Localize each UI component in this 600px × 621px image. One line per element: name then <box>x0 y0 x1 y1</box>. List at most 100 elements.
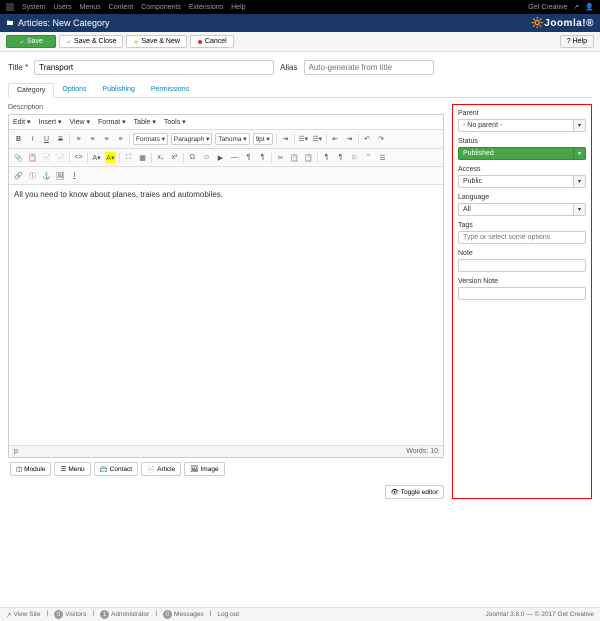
article-button[interactable]: 📄Article <box>141 462 181 476</box>
user-icon[interactable]: 👤 <box>585 3 594 11</box>
subscript-icon[interactable]: x₂ <box>155 152 166 163</box>
anchor-icon[interactable]: ⚓ <box>41 170 52 181</box>
code-icon[interactable]: <> <box>73 152 84 163</box>
menu-button[interactable]: ☰Menu <box>54 462 90 476</box>
paste2-icon[interactable]: 📋 <box>303 152 314 163</box>
outdent-icon[interactable]: ⇤ <box>330 134 341 145</box>
menu-help[interactable]: Help <box>231 4 245 11</box>
menu-menus[interactable]: Menus <box>80 4 101 11</box>
menu-components[interactable]: Components <box>141 4 181 11</box>
tab-publishing[interactable]: Publishing <box>95 83 143 97</box>
visitors-link[interactable]: 0Visitors <box>54 610 86 619</box>
tags-input[interactable] <box>458 231 586 244</box>
editor-menu-view[interactable]: View ▾ <box>70 118 91 126</box>
align-justify-icon[interactable]: ≡ <box>115 134 126 145</box>
access-select[interactable]: Public <box>458 175 574 188</box>
emoji-icon[interactable]: ☺ <box>201 152 212 163</box>
contact-button[interactable]: 📇Contact <box>94 462 139 476</box>
view-site-link[interactable]: ↗View Site <box>6 610 40 619</box>
help-button[interactable]: ? Help <box>560 35 594 48</box>
cancel-button[interactable]: Cancel <box>190 35 234 48</box>
redo-icon[interactable]: ↷ <box>376 134 387 145</box>
strikethrough-icon[interactable]: S <box>55 134 66 145</box>
paragraph-select[interactable]: Paragraph ▾ <box>171 133 212 145</box>
info-icon[interactable]: ⓘ <box>27 170 38 181</box>
status-select[interactable]: Published <box>458 147 574 160</box>
font-select[interactable]: Tahoma ▾ <box>215 133 249 145</box>
tab-options[interactable]: Options <box>54 83 94 97</box>
underline-icon[interactable]: U <box>41 134 52 145</box>
module-button[interactable]: ◫Module <box>10 462 51 476</box>
language-select[interactable]: All <box>458 203 574 216</box>
editor-content[interactable]: All you need to know about planes, traie… <box>9 185 443 445</box>
note-input[interactable] <box>458 259 586 272</box>
undo-icon[interactable]: ↶ <box>362 134 373 145</box>
menu-extensions[interactable]: Extensions <box>189 4 223 11</box>
bgcolor-icon[interactable]: A▾ <box>105 152 116 163</box>
toggle-editor-button[interactable]: 👁Toggle editor <box>385 485 445 499</box>
clear-icon[interactable]: I <box>69 170 80 181</box>
version-note-input[interactable] <box>458 287 586 300</box>
menu-users[interactable]: Users <box>53 4 71 11</box>
hr-icon[interactable]: — <box>229 152 240 163</box>
messages-link[interactable]: 0Messages <box>163 610 204 619</box>
omega-icon[interactable]: Ω <box>187 152 198 163</box>
quote-icon[interactable]: " <box>363 152 374 163</box>
indent-icon[interactable]: ⇥ <box>280 134 291 145</box>
title-input[interactable] <box>34 60 274 75</box>
rtl-icon[interactable]: ¶ <box>257 152 268 163</box>
pilcrow-icon[interactable]: ¶ <box>321 152 332 163</box>
italic-icon[interactable]: I <box>27 134 38 145</box>
chevron-down-icon[interactable]: ▾ <box>574 203 586 216</box>
cut-icon[interactable]: ✂ <box>275 152 286 163</box>
logout-link[interactable]: Log out <box>217 610 239 619</box>
alias-input[interactable] <box>304 60 434 75</box>
align-right-icon[interactable]: ≡ <box>101 134 112 145</box>
tab-category[interactable]: Category <box>8 83 54 98</box>
editor-menu-tools[interactable]: Tools ▾ <box>164 118 186 126</box>
editor-menu-format[interactable]: Format ▾ <box>98 118 126 126</box>
copy-icon[interactable]: 📋 <box>27 152 38 163</box>
image-icon[interactable]: 🖼 <box>55 170 66 181</box>
bold-icon[interactable]: B <box>13 134 24 145</box>
link-icon[interactable]: 🔗 <box>13 170 24 181</box>
parent-select[interactable]: - No parent - <box>458 119 574 132</box>
flag-icon[interactable]: ⚐ <box>349 152 360 163</box>
pilcrow2-icon[interactable]: ¶ <box>335 152 346 163</box>
image-button[interactable]: 🖼Image <box>184 462 224 476</box>
chevron-down-icon[interactable]: ▾ <box>574 175 586 188</box>
paste-icon[interactable]: 📄 <box>41 152 52 163</box>
ltr-icon[interactable]: ¶ <box>243 152 254 163</box>
menu-content[interactable]: Content <box>109 4 134 11</box>
indent2-icon[interactable]: ⇥ <box>344 134 355 145</box>
formats-select[interactable]: Formats ▾ <box>133 133 168 145</box>
table-icon[interactable]: ▦ <box>137 152 148 163</box>
align-left-icon[interactable]: ≡ <box>73 134 84 145</box>
save-close-button[interactable]: Save & Close <box>59 35 123 48</box>
textcolor-icon[interactable]: A▾ <box>91 152 102 163</box>
menu-system[interactable]: System <box>22 4 45 11</box>
site-name-link[interactable]: Get Creative <box>528 4 567 11</box>
chevron-down-icon[interactable]: ▾ <box>574 119 586 132</box>
number-list-icon[interactable]: ☰▾ <box>312 134 323 145</box>
editor-menu-table[interactable]: Table ▾ <box>134 118 156 126</box>
align-center-icon[interactable]: ≡ <box>87 134 98 145</box>
fontsize-select[interactable]: 9pt ▾ <box>253 133 273 145</box>
editor-menu-edit[interactable]: Edit ▾ <box>13 118 31 126</box>
joomla-icon[interactable] <box>6 3 14 11</box>
tab-permissions[interactable]: Permissions <box>143 83 197 97</box>
save-button[interactable]: Save <box>6 35 56 48</box>
admin-link[interactable]: 1Administrator <box>100 610 149 619</box>
paste-text-icon[interactable]: 📄 <box>55 152 66 163</box>
editor-menu-insert[interactable]: Insert ▾ <box>39 118 62 126</box>
bullet-list-icon[interactable]: ☰▾ <box>298 134 309 145</box>
chevron-down-icon[interactable]: ▾ <box>574 147 586 160</box>
editor-toolbar-3: 🔗 ⓘ ⚓ 🖼 I <box>9 167 443 185</box>
clip-icon[interactable]: 📎 <box>13 152 24 163</box>
media-icon[interactable]: ▶ <box>215 152 226 163</box>
save-new-button[interactable]: Save & New <box>126 35 187 48</box>
fullscreen-icon[interactable]: ⛶ <box>123 152 134 163</box>
template-icon[interactable]: ☰ <box>377 152 388 163</box>
superscript-icon[interactable]: x² <box>169 152 180 163</box>
copy2-icon[interactable]: 📋 <box>289 152 300 163</box>
